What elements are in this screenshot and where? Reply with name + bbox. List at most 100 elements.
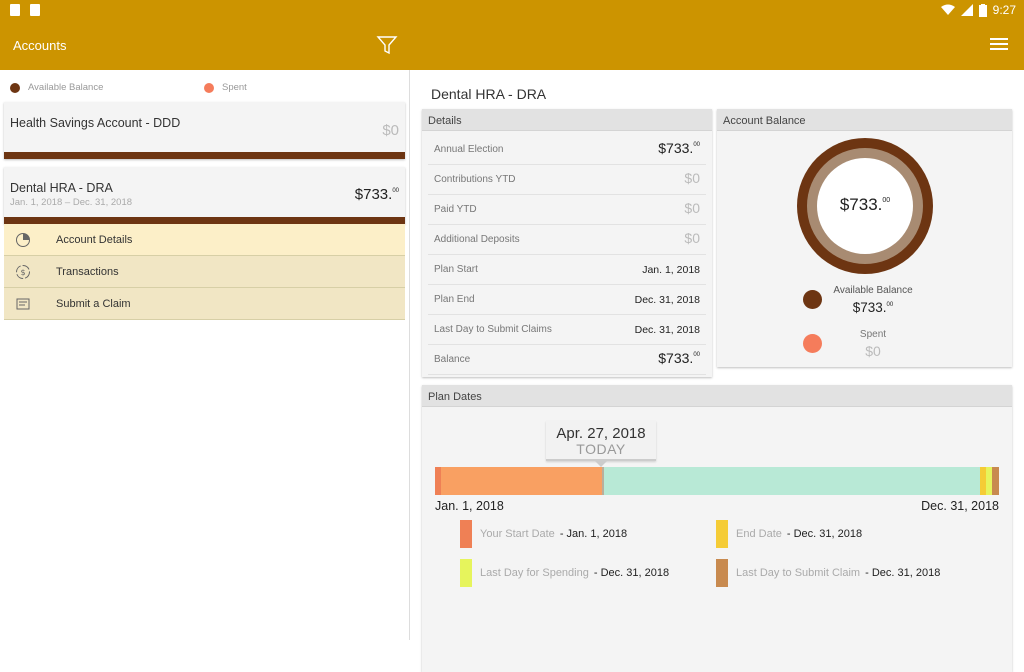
timeline-claim-marker: [992, 467, 999, 495]
plan-dates-panel: Plan Dates Apr. 27, 2018 TODAY Jan. 1, 2…: [422, 385, 1012, 672]
details-row-value: $0: [684, 230, 700, 246]
plan-start-label: Jan. 1, 2018: [435, 499, 504, 513]
status-bar: 9:27: [0, 0, 1024, 22]
menu-label: Account Details: [56, 233, 133, 246]
legend-last-day-submit-claim: Last Day to Submit Claim - Dec. 31, 2018: [716, 559, 940, 587]
filter-icon[interactable]: [376, 34, 398, 56]
details-row-key: Annual Election: [434, 144, 504, 155]
wifi-icon: [940, 4, 955, 15]
balance-legend: Available Balance Spent: [10, 82, 247, 93]
battery-icon: [978, 3, 987, 17]
details-header: Details: [422, 109, 712, 131]
legend-swatch: [716, 559, 728, 587]
plan-end-label: Dec. 31, 2018: [921, 499, 999, 513]
details-row: Plan Start Jan. 1, 2018: [428, 254, 706, 285]
details-row-value: $733.00: [658, 140, 700, 156]
account-balance-panel: Account Balance $733.00 Available Balanc…: [717, 109, 1012, 367]
details-row-value: $733.00: [658, 350, 700, 366]
legend-key: Last Day for Spending: [480, 567, 589, 579]
details-row-value: $0: [684, 200, 700, 216]
available-dot-icon: [10, 82, 20, 93]
details-row-key: Last Day to Submit Claims: [434, 324, 552, 335]
app-title: Accounts: [13, 38, 67, 53]
legend-your-start-date: Your Start Date - Jan. 1, 2018: [460, 520, 627, 548]
details-row-value: Dec. 31, 2018: [634, 324, 700, 336]
menu-submit-claim[interactable]: Submit a Claim: [4, 288, 405, 320]
spent-value: $0: [865, 343, 881, 359]
sd-card-icon: [10, 4, 20, 16]
spent-dot-icon: [803, 334, 822, 353]
svg-text:$: $: [20, 268, 25, 277]
account-balance-header: Account Balance: [717, 109, 1012, 131]
account-amount: $0: [382, 122, 399, 139]
donut-center-amount: $733.00: [839, 195, 891, 214]
today-label: TODAY: [576, 441, 626, 457]
money-transfer-icon: $: [16, 265, 30, 279]
legend-available: Available Balance: [10, 82, 204, 93]
menu-label: Submit a Claim: [56, 297, 131, 310]
hamburger-menu-icon[interactable]: [990, 38, 1008, 52]
details-row-value: Dec. 31, 2018: [634, 294, 700, 306]
legend-key: Last Day to Submit Claim: [736, 567, 861, 579]
details-row: Paid YTD $0: [428, 194, 706, 225]
legend-spent: Spent: [204, 82, 247, 93]
legend-key: End Date: [736, 528, 782, 540]
menu-account-details[interactable]: Account Details: [4, 224, 405, 256]
details-row-key: Paid YTD: [434, 204, 477, 215]
account-dates: Jan. 1, 2018 – Dec. 31, 2018: [10, 197, 133, 208]
details-row-key: Contributions YTD: [434, 174, 516, 185]
page-title: Dental HRA - DRA: [431, 86, 547, 102]
account-card-hsa[interactable]: Health Savings Account - DDD $0: [4, 102, 405, 159]
today-date: Apr. 27, 2018: [556, 425, 646, 442]
account-name: Health Savings Account - DDD: [10, 116, 181, 130]
legend-end-date: End Date - Dec. 31, 2018: [716, 520, 862, 548]
details-row: Balance $733.00: [428, 344, 706, 375]
timeline-elapsed: [441, 467, 602, 495]
available-balance-value: $733.00: [852, 300, 894, 315]
clock: 9:27: [992, 3, 1016, 17]
legend-value: - Dec. 31, 2018: [865, 567, 941, 579]
pie-chart-icon: [16, 233, 30, 247]
details-panel: Details Annual Election $733.00 Contributi…: [422, 109, 712, 377]
details-row-key: Plan End: [434, 294, 475, 305]
details-row-key: Balance: [434, 354, 471, 365]
legend-swatch: [460, 520, 472, 548]
details-row: Last Day to Submit Claims Dec. 31, 2018: [428, 314, 706, 345]
signal-icon: [960, 4, 973, 16]
details-row-key: Additional Deposits: [434, 234, 520, 245]
legend-available-label: Available Balance: [28, 82, 104, 93]
details-row: Contributions YTD $0: [428, 164, 706, 195]
details-row: Plan End Dec. 31, 2018: [428, 284, 706, 315]
plan-dates-header: Plan Dates: [422, 385, 1012, 407]
legend-swatch: [716, 520, 728, 548]
legend-value: - Jan. 1, 2018: [559, 528, 628, 540]
details-row: Annual Election $733.00: [428, 134, 706, 165]
account-name: Dental HRA - DRA: [10, 181, 113, 195]
details-row: Additional Deposits $0: [428, 224, 706, 255]
account-submenu: Account Details $ Transactions Submit a …: [4, 224, 405, 320]
spent-dot-icon: [204, 82, 214, 93]
balance-bar: [4, 217, 405, 224]
account-detail-pane: Dental HRA - DRA Details Annual Election…: [411, 70, 1024, 672]
legend-swatch: [460, 559, 472, 587]
legend-last-day-spending: Last Day for Spending - Dec. 31, 2018: [460, 559, 669, 587]
legend-value: - Dec. 31, 2018: [593, 567, 670, 579]
account-amount: $733.00: [354, 186, 399, 203]
available-balance-label: Available Balance: [833, 285, 913, 296]
accounts-pane: Available Balance Spent Health Savings A…: [0, 70, 410, 640]
claim-form-icon: [16, 298, 30, 310]
available-balance-dot-icon: [803, 290, 822, 309]
app-bar: Accounts: [0, 22, 1024, 70]
timeline-remaining: [604, 467, 980, 495]
today-callout: Apr. 27, 2018 TODAY: [546, 421, 656, 461]
account-card-dra[interactable]: Dental HRA - DRA Jan. 1, 2018 – Dec. 31,…: [4, 167, 405, 224]
balance-bar: [4, 152, 405, 159]
legend-key: Your Start Date: [480, 528, 555, 540]
spent-label: Spent: [859, 329, 887, 340]
legend-spent-label: Spent: [222, 82, 247, 93]
menu-label: Transactions: [56, 265, 119, 278]
details-row-value: $0: [684, 170, 700, 186]
app-notification-icon: [30, 4, 40, 16]
legend-value: - Dec. 31, 2018: [786, 528, 863, 540]
menu-transactions[interactable]: $ Transactions: [4, 256, 405, 288]
